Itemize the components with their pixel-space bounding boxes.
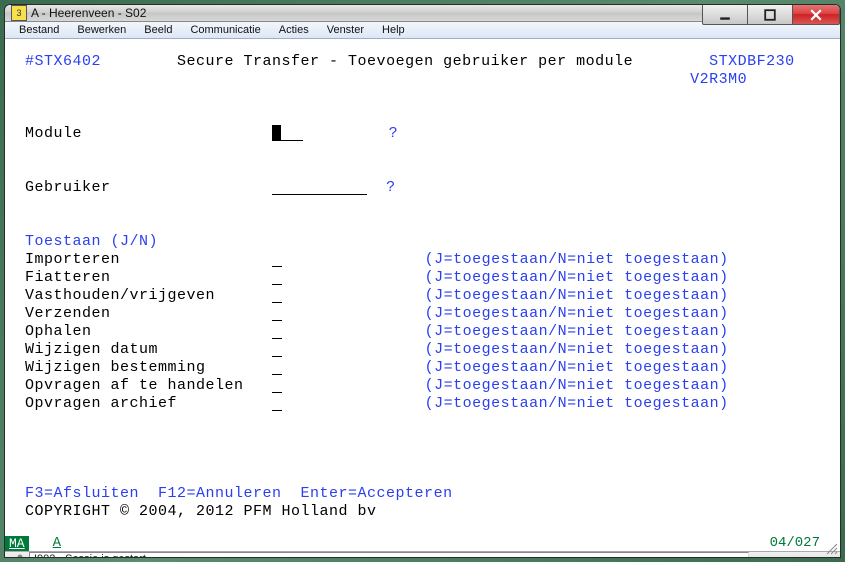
- perm-input[interactable]: [272, 269, 282, 285]
- perm-hint: (J=toegestaan/N=niet toegestaan): [425, 287, 729, 305]
- menu-communicatie[interactable]: Communicatie: [182, 22, 268, 38]
- gebruiker-prompt[interactable]: ?: [386, 179, 396, 197]
- copyright: COPYRIGHT © 2004, 2012 PFM Holland bv: [25, 503, 377, 521]
- text-cursor: [272, 125, 281, 141]
- menu-bestand[interactable]: Bestand: [11, 22, 67, 38]
- app-icon: 3: [11, 5, 27, 21]
- window-controls: [703, 5, 840, 25]
- status-ma: MA: [5, 536, 29, 551]
- perm-hint: (J=toegestaan/N=niet toegestaan): [425, 251, 729, 269]
- menu-help[interactable]: Help: [374, 22, 413, 38]
- perm-label: Vasthouden/vrijgeven: [25, 287, 272, 305]
- app-window: 3 A - Heerenveen - S02 Bestand Bewerken …: [4, 4, 841, 558]
- perm-hint: (J=toegestaan/N=niet toegestaan): [425, 377, 729, 395]
- menu-venster[interactable]: Venster: [319, 22, 372, 38]
- menu-beeld[interactable]: Beeld: [136, 22, 180, 38]
- module-input[interactable]: [281, 125, 303, 141]
- titlebar[interactable]: 3 A - Heerenveen - S02: [5, 5, 840, 22]
- module-label: Module: [25, 125, 82, 143]
- perm-label: Opvragen archief: [25, 395, 272, 413]
- perm-hint: (J=toegestaan/N=niet toegestaan): [425, 305, 729, 323]
- screen-right2: V2R3M0: [690, 71, 747, 89]
- perm-input[interactable]: [272, 341, 282, 357]
- maximize-button[interactable]: [747, 5, 793, 25]
- status-a: A: [53, 535, 61, 551]
- window-title: A - Heerenveen - S02: [31, 6, 146, 20]
- perm-input[interactable]: [272, 395, 282, 411]
- status-line: MA A 04/027: [5, 535, 840, 551]
- perm-label: Fiatteren: [25, 269, 272, 287]
- perm-label: Importeren: [25, 251, 272, 269]
- fkeys: F3=Afsluiten F12=Annuleren Enter=Accepte…: [25, 485, 453, 503]
- close-button[interactable]: [792, 5, 840, 25]
- perm-hint: (J=toegestaan/N=niet toegestaan): [425, 269, 729, 287]
- gebruiker-input[interactable]: [272, 179, 367, 195]
- module-prompt[interactable]: ?: [389, 125, 399, 143]
- resize-grip-icon[interactable]: [824, 541, 838, 555]
- perm-label: Wijzigen bestemming: [25, 359, 272, 377]
- screen-right1: STXDBF230: [709, 53, 795, 71]
- perm-hint: (J=toegestaan/N=niet toegestaan): [425, 341, 729, 359]
- perm-input[interactable]: [272, 359, 282, 375]
- terminal-screen[interactable]: #STX6402 Secure Transfer - Toevoegen geb…: [5, 39, 840, 535]
- perm-hint: (J=toegestaan/N=niet toegestaan): [425, 359, 729, 377]
- perm-hint: (J=toegestaan/N=niet toegestaan): [425, 395, 729, 413]
- perm-label: Ophalen: [25, 323, 272, 341]
- connection-icon: [9, 552, 25, 558]
- perm-input[interactable]: [272, 377, 282, 393]
- perm-input[interactable]: [272, 305, 282, 321]
- status-coords: 04/027: [770, 535, 820, 551]
- menu-acties[interactable]: Acties: [271, 22, 317, 38]
- minimize-button[interactable]: [702, 5, 748, 25]
- perm-input[interactable]: [272, 287, 282, 303]
- bottom-statusbar: I902 - Sessie is gestart: [5, 551, 840, 558]
- perm-label: Opvragen af te handelen: [25, 377, 272, 395]
- program-id: #STX6402: [25, 53, 101, 71]
- screen-title: Secure Transfer - Toevoegen gebruiker pe…: [177, 53, 633, 71]
- gebruiker-label: Gebruiker: [25, 179, 111, 197]
- perm-label: Wijzigen datum: [25, 341, 272, 359]
- section-header: Toestaan (J/N): [25, 233, 158, 251]
- menu-bewerken[interactable]: Bewerken: [69, 22, 134, 38]
- perm-input[interactable]: [272, 251, 282, 267]
- perm-hint: (J=toegestaan/N=niet toegestaan): [425, 323, 729, 341]
- status-message: I902 - Sessie is gestart: [29, 552, 749, 558]
- perm-input[interactable]: [272, 323, 282, 339]
- perm-label: Verzenden: [25, 305, 272, 323]
